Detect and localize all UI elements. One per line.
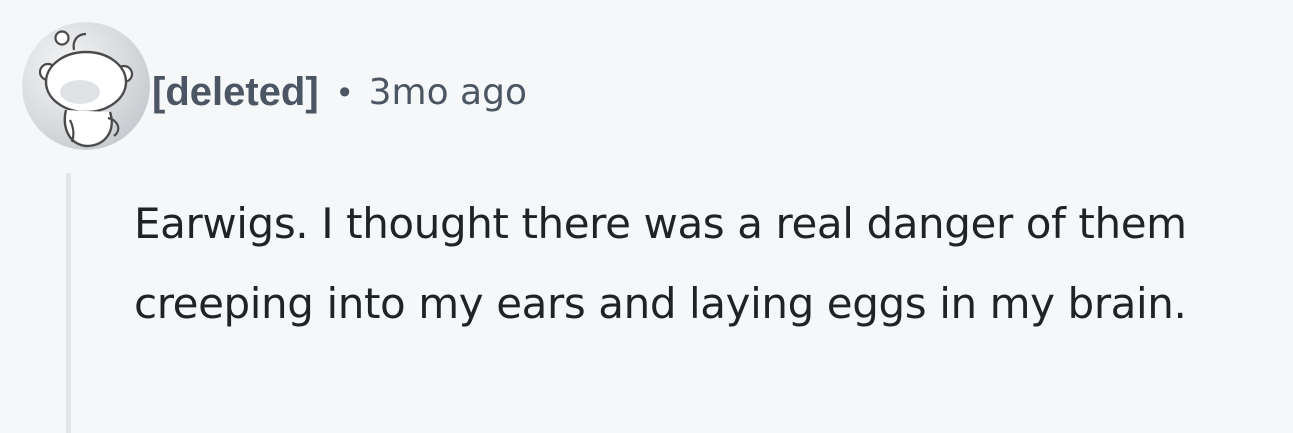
meta-separator: • (338, 73, 351, 111)
thread-line[interactable] (66, 173, 71, 433)
comment-meta: [deleted] • 3mo ago (152, 66, 527, 118)
comment-body: Earwigs. I thought there was a real dang… (134, 199, 1187, 328)
author-name[interactable]: [deleted] (152, 70, 319, 115)
avatar[interactable] (22, 22, 150, 150)
reddit-snoo-deleted-icon (22, 22, 150, 150)
timestamp[interactable]: 3mo ago (369, 72, 527, 113)
comment: [deleted] • 3mo ago Earwigs. I thought t… (0, 0, 1293, 433)
